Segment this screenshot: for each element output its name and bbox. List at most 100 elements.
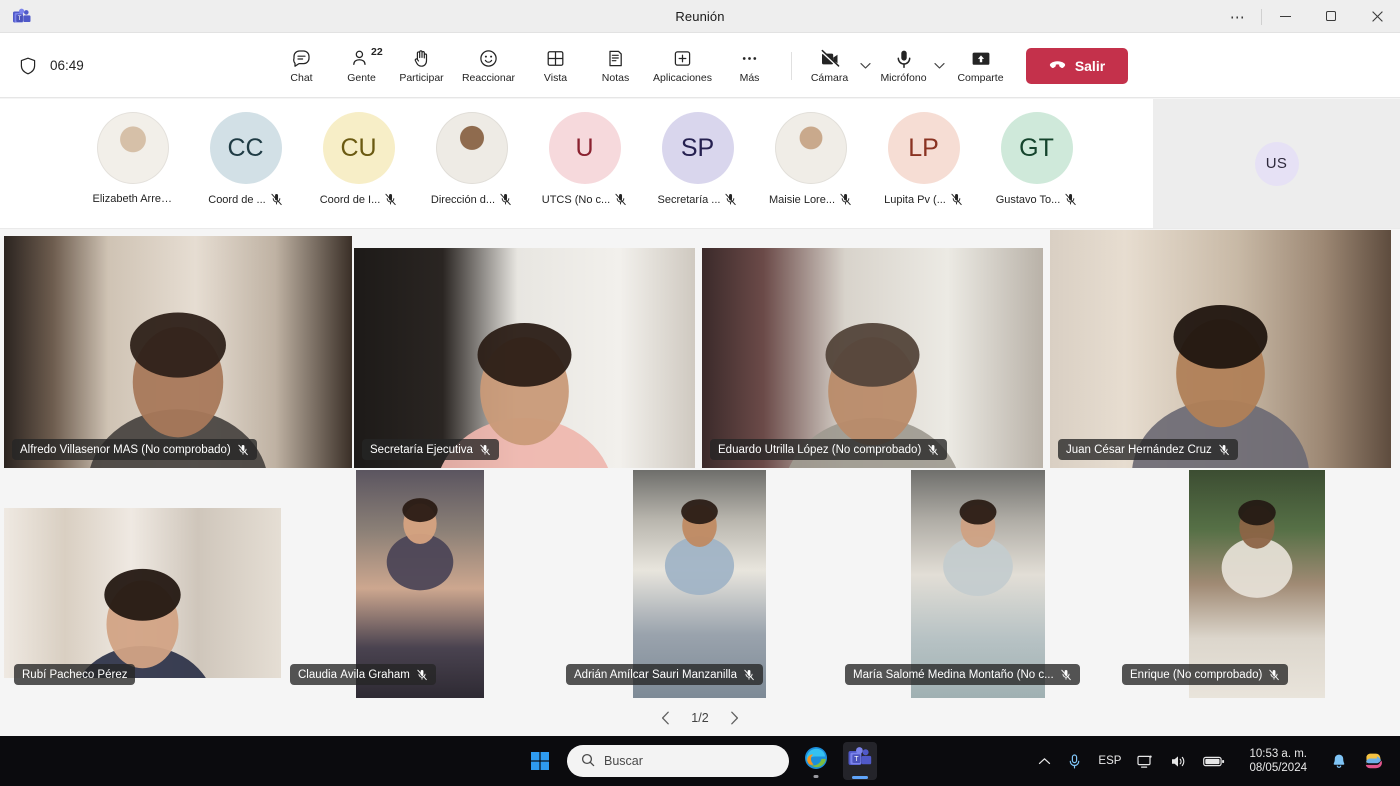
tray-microphone-icon[interactable] <box>1060 743 1089 779</box>
hangup-icon <box>1048 55 1067 77</box>
avatar-initials: LP <box>908 133 939 162</box>
clock-button[interactable]: 10:53 a. m. 08/05/2024 <box>1234 743 1322 779</box>
roster-participant[interactable]: GT Gustavo To... <box>980 99 1093 229</box>
roster-participant-name: Maisie Lore... <box>768 193 836 206</box>
windows-start-icon[interactable] <box>523 744 557 778</box>
avatar-initials: CU <box>340 133 377 162</box>
volume-icon[interactable] <box>1163 743 1194 779</box>
avatar: CC <box>209 112 282 184</box>
chat-icon <box>291 48 312 70</box>
video-tile[interactable]: Juan César Hernández Cruz <box>1050 230 1391 468</box>
language-indicator[interactable]: ESP <box>1091 743 1128 779</box>
battery-icon[interactable] <box>1196 743 1232 779</box>
roster-caption: Elizabeth Arred... <box>93 193 173 205</box>
toolbar-notes-button[interactable]: Notas <box>587 39 645 92</box>
microphone-muted-icon <box>743 669 755 681</box>
roster-participant[interactable]: Maisie Lore... <box>754 99 867 229</box>
toolbar-chat-button[interactable]: Chat <box>273 39 331 92</box>
leave-label: Salir <box>1074 57 1106 74</box>
video-feed <box>1050 230 1391 468</box>
camera-options-caret[interactable] <box>856 39 876 92</box>
microphone-muted-icon <box>1060 669 1072 681</box>
camera-off-icon <box>819 48 841 70</box>
microphone-muted-icon <box>950 193 963 206</box>
self-preview-tile[interactable]: US <box>1153 99 1400 228</box>
avatar: CU <box>322 112 395 184</box>
participant-name: Eduardo Utrilla López (No comprobado) <box>718 443 922 456</box>
search-input[interactable]: Buscar <box>567 745 789 777</box>
people-icon: 22 <box>351 46 383 70</box>
toolbar-raisehand-button[interactable]: Participar <box>393 39 451 92</box>
leave-meeting-button[interactable]: Salir <box>1025 47 1128 84</box>
roster-caption: Secretaría ... <box>658 193 738 206</box>
roster-participant[interactable]: Dirección d... <box>415 99 528 229</box>
maximize-button[interactable] <box>1308 0 1354 33</box>
roster-participant[interactable]: Elizabeth Arred... <box>76 99 189 229</box>
video-tile[interactable]: Secretaría Ejecutiva <box>354 248 695 468</box>
video-feed <box>4 508 281 678</box>
roster-participant[interactable]: SP Secretaría ... <box>641 99 754 229</box>
participant-name-badge: Secretaría Ejecutiva <box>362 439 499 460</box>
microphone-options-caret[interactable] <box>930 39 950 92</box>
running-indicator <box>813 775 819 778</box>
roster-participant[interactable]: U UTCS (No c... <box>528 99 641 229</box>
participant-name-badge: Enrique (No comprobado) <box>1122 664 1289 685</box>
teams-icon: T <box>12 7 32 27</box>
toolbar-more-label: Más <box>739 71 760 84</box>
microphone-muted-icon <box>237 444 249 456</box>
video-tile[interactable]: Eduardo Utrilla López (No comprobado) <box>702 248 1043 468</box>
microphone-muted-icon <box>416 669 428 681</box>
roster-participant-name: Coord de ... <box>208 193 266 206</box>
taskbar-app-teams[interactable]: T <box>843 742 877 780</box>
video-feed <box>702 248 1043 468</box>
chevron-left-icon[interactable] <box>653 706 677 730</box>
roster-participant[interactable]: LP Lupita Pv (... <box>867 99 980 229</box>
window-more-button[interactable]: ⋯ <box>1215 0 1261 33</box>
roster-participant[interactable]: CC Coord de ... <box>189 99 302 229</box>
participant-name-badge: Rubí Pacheco Pérez <box>14 664 136 685</box>
chevron-right-icon[interactable] <box>723 706 747 730</box>
participant-name-badge: Claudia Ávila Graham <box>290 664 436 685</box>
emoji-icon <box>478 48 499 70</box>
video-tile[interactable] <box>4 508 281 678</box>
bell-icon[interactable] <box>1324 743 1354 779</box>
avatar <box>435 112 508 184</box>
microphone-toggle-button[interactable]: Micrófono <box>878 39 930 92</box>
toolbar-apps-button[interactable]: Aplicaciones <box>647 39 719 92</box>
network-icon[interactable] <box>1130 743 1161 779</box>
meeting-toolbar: 06:49 Chat 22 Gente Participar Reacciona… <box>0 33 1400 98</box>
camera-toggle-button[interactable]: Cámara <box>804 39 856 92</box>
roster-participant[interactable]: CU Coord de I... <box>302 99 415 229</box>
taskbar-app-edge[interactable] <box>799 742 833 780</box>
roster-caption: Maisie Lore... <box>769 193 852 206</box>
participant-name: Alfredo Villasenor MAS (No comprobado) <box>20 443 231 456</box>
participant-name-badge: Eduardo Utrilla López (No comprobado) <box>710 439 948 460</box>
roster-scroll[interactable]: Elizabeth Arred... CC Coord de ... CU Coord… <box>0 99 1093 229</box>
roster-participant-name: Dirección d... <box>430 193 496 206</box>
toolbar-more-button[interactable]: Más <box>721 39 779 92</box>
copilot-icon[interactable] <box>1356 743 1392 779</box>
avatar: SP <box>661 112 734 184</box>
title-bar: T Reunión ⋯ <box>0 0 1400 33</box>
camera-control-group: Cámara <box>804 39 876 92</box>
chevron-up-icon[interactable] <box>1031 743 1058 779</box>
minimize-button[interactable] <box>1262 0 1308 33</box>
page-indicator: 1/2 <box>691 711 709 725</box>
video-feed <box>354 248 695 468</box>
search-placeholder: Buscar <box>604 754 643 768</box>
participant-name: Claudia Ávila Graham <box>298 668 410 681</box>
people-count-badge: 22 <box>371 45 383 58</box>
video-tile[interactable]: Alfredo Villasenor MAS (No comprobado) <box>4 236 352 468</box>
participant-name-badge: Adrián Amílcar Sauri Manzanilla <box>566 664 763 685</box>
avatar-initials: SP <box>680 133 715 162</box>
toolbar-react-button[interactable]: Reaccionar <box>453 39 525 92</box>
roster-participant-name: Secretaría ... <box>657 193 721 206</box>
microphone-control-group: Micrófono <box>878 39 950 92</box>
toolbar-people-button[interactable]: 22 Gente <box>333 39 391 92</box>
avatar-initials: GT <box>1019 133 1054 162</box>
share-screen-button[interactable]: Comparte <box>952 39 1010 92</box>
close-button[interactable] <box>1354 0 1400 33</box>
teams-meeting-window: T Reunión ⋯ 06:49 Chat 22 Gente Particip… <box>0 0 1400 786</box>
toolbar-view-button[interactable]: Vista <box>527 39 585 92</box>
microphone-muted-icon <box>1064 193 1077 206</box>
